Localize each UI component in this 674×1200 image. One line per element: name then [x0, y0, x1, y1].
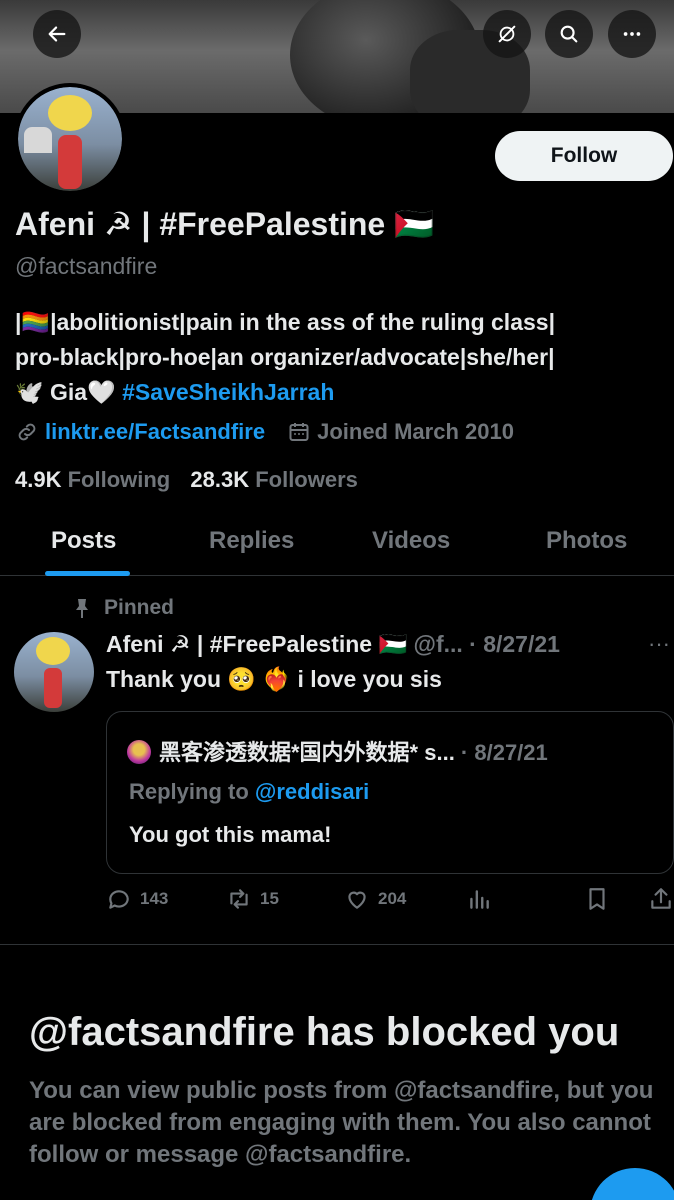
following-count: 4.9K — [15, 467, 62, 492]
share-icon — [651, 888, 671, 909]
quote-replying-to: Replying to @reddisari — [129, 779, 369, 805]
quote-author-avatar — [127, 740, 151, 764]
back-button[interactable] — [33, 10, 81, 58]
quote-date: · 8/27/21 — [454, 740, 548, 765]
search-icon — [560, 25, 578, 43]
profile-meta: linktr.ee/Factsandfire Joined March 2010 — [15, 419, 514, 445]
blocked-title: @factsandfire has blocked you — [29, 1010, 620, 1054]
bookmark-icon — [589, 888, 605, 910]
quote-header: 黑客渗透数据*国内外数据* s... · 8/27/21 — [127, 735, 548, 767]
post-actions: 143 15 204 — [106, 886, 674, 918]
profile-handle: @factsandfire — [15, 253, 158, 279]
views-button[interactable] — [466, 886, 500, 912]
post-author-meta: @f... · 8/27/21 — [407, 631, 560, 657]
post-more-button[interactable]: ··· — [648, 631, 670, 657]
replying-prefix: Replying to — [129, 779, 255, 804]
tab-replies[interactable]: Replies — [209, 527, 294, 555]
like-button[interactable]: 204 — [344, 886, 406, 912]
bio-text: 🕊️ Gia🤍 — [15, 379, 123, 405]
post-author-avatar[interactable] — [14, 632, 94, 712]
more-icon — [623, 32, 641, 36]
views-icon — [470, 890, 489, 909]
bio-hashtag-link[interactable]: #SaveSheikhJarrah — [122, 379, 334, 405]
pinned-label: Pinned — [72, 596, 174, 620]
quote-text: You got this mama! — [129, 822, 332, 847]
compose-button[interactable] — [590, 1168, 674, 1200]
tab-posts[interactable]: Posts — [51, 527, 116, 555]
avatar-person — [44, 668, 62, 708]
profile-display-name: Afeni ☭ | #FreePalestine 🇵🇸 — [15, 206, 434, 242]
section-divider — [0, 944, 674, 945]
pinned-text: Pinned — [104, 596, 175, 619]
post-header: Afeni ☭ | #FreePalestine 🇵🇸 @f... · 8/27… — [106, 631, 560, 658]
profile-tabs: Posts Replies Videos Photos — [0, 513, 674, 576]
repost-count: 15 — [260, 889, 279, 908]
joined-date: Joined March 2010 — [317, 419, 514, 444]
post-text: Thank you 🥺 ❤️‍🔥 i love you sis — [106, 666, 442, 692]
avatar-photo — [18, 87, 122, 191]
heart-icon — [348, 891, 366, 909]
link-icon — [18, 423, 36, 441]
grok-button[interactable] — [483, 10, 531, 58]
reply-count: 143 — [140, 889, 169, 908]
tab-photos[interactable]: Photos — [546, 527, 627, 555]
grok-icon — [498, 25, 516, 43]
repost-button[interactable]: 15 — [226, 886, 279, 912]
calendar-icon — [289, 423, 309, 441]
search-button[interactable] — [545, 10, 593, 58]
arrow-left-icon — [48, 26, 66, 42]
active-tab-indicator — [45, 571, 130, 576]
avatar-person — [58, 135, 82, 189]
tab-videos[interactable]: Videos — [372, 527, 450, 555]
avatar-sign — [48, 95, 92, 131]
followers-link[interactable]: 28.3K Followers — [190, 467, 358, 492]
profile-bio: |🏳️‍🌈|abolitionist|pain in the ass of th… — [15, 305, 665, 410]
share-button[interactable] — [648, 886, 674, 912]
profile-avatar[interactable] — [14, 83, 126, 195]
quote-author-name: 黑客渗透数据*国内外数据* s... — [159, 740, 455, 765]
replying-mention[interactable]: @reddisari — [255, 779, 369, 804]
followers-label: Followers — [249, 467, 358, 492]
bio-line: pro-black|pro-hoe|an organizer/advocate|… — [15, 344, 555, 370]
blocked-message: You can view public posts from @factsand… — [29, 1077, 654, 1168]
follow-button[interactable]: Follow — [495, 131, 673, 181]
avatar-building — [24, 127, 52, 153]
website-link[interactable]: linktr.ee/Factsandfire — [45, 419, 265, 445]
more-button[interactable] — [608, 10, 656, 58]
reply-icon — [109, 890, 129, 909]
bio-line: |🏳️‍🌈|abolitionist|pain in the ass of th… — [15, 309, 556, 335]
avatar-sign — [36, 637, 70, 665]
followers-count: 28.3K — [190, 467, 250, 492]
quoted-post[interactable]: 黑客渗透数据*国内外数据* s... · 8/27/21 Replying to… — [106, 711, 674, 874]
post-author-name[interactable]: Afeni ☭ | #FreePalestine 🇵🇸 — [106, 631, 407, 657]
follow-counts: 4.9K Following 28.3K Followers — [15, 467, 358, 493]
bio-line: 🕊️ Gia🤍 #SaveSheikhJarrah — [15, 375, 665, 410]
following-link[interactable]: 4.9K Following — [15, 467, 170, 492]
like-count: 204 — [378, 889, 407, 908]
repost-icon — [230, 889, 248, 909]
following-label: Following — [61, 467, 171, 492]
reply-button[interactable]: 143 — [106, 886, 168, 912]
bookmark-button[interactable] — [584, 886, 618, 912]
pin-icon — [76, 599, 88, 618]
